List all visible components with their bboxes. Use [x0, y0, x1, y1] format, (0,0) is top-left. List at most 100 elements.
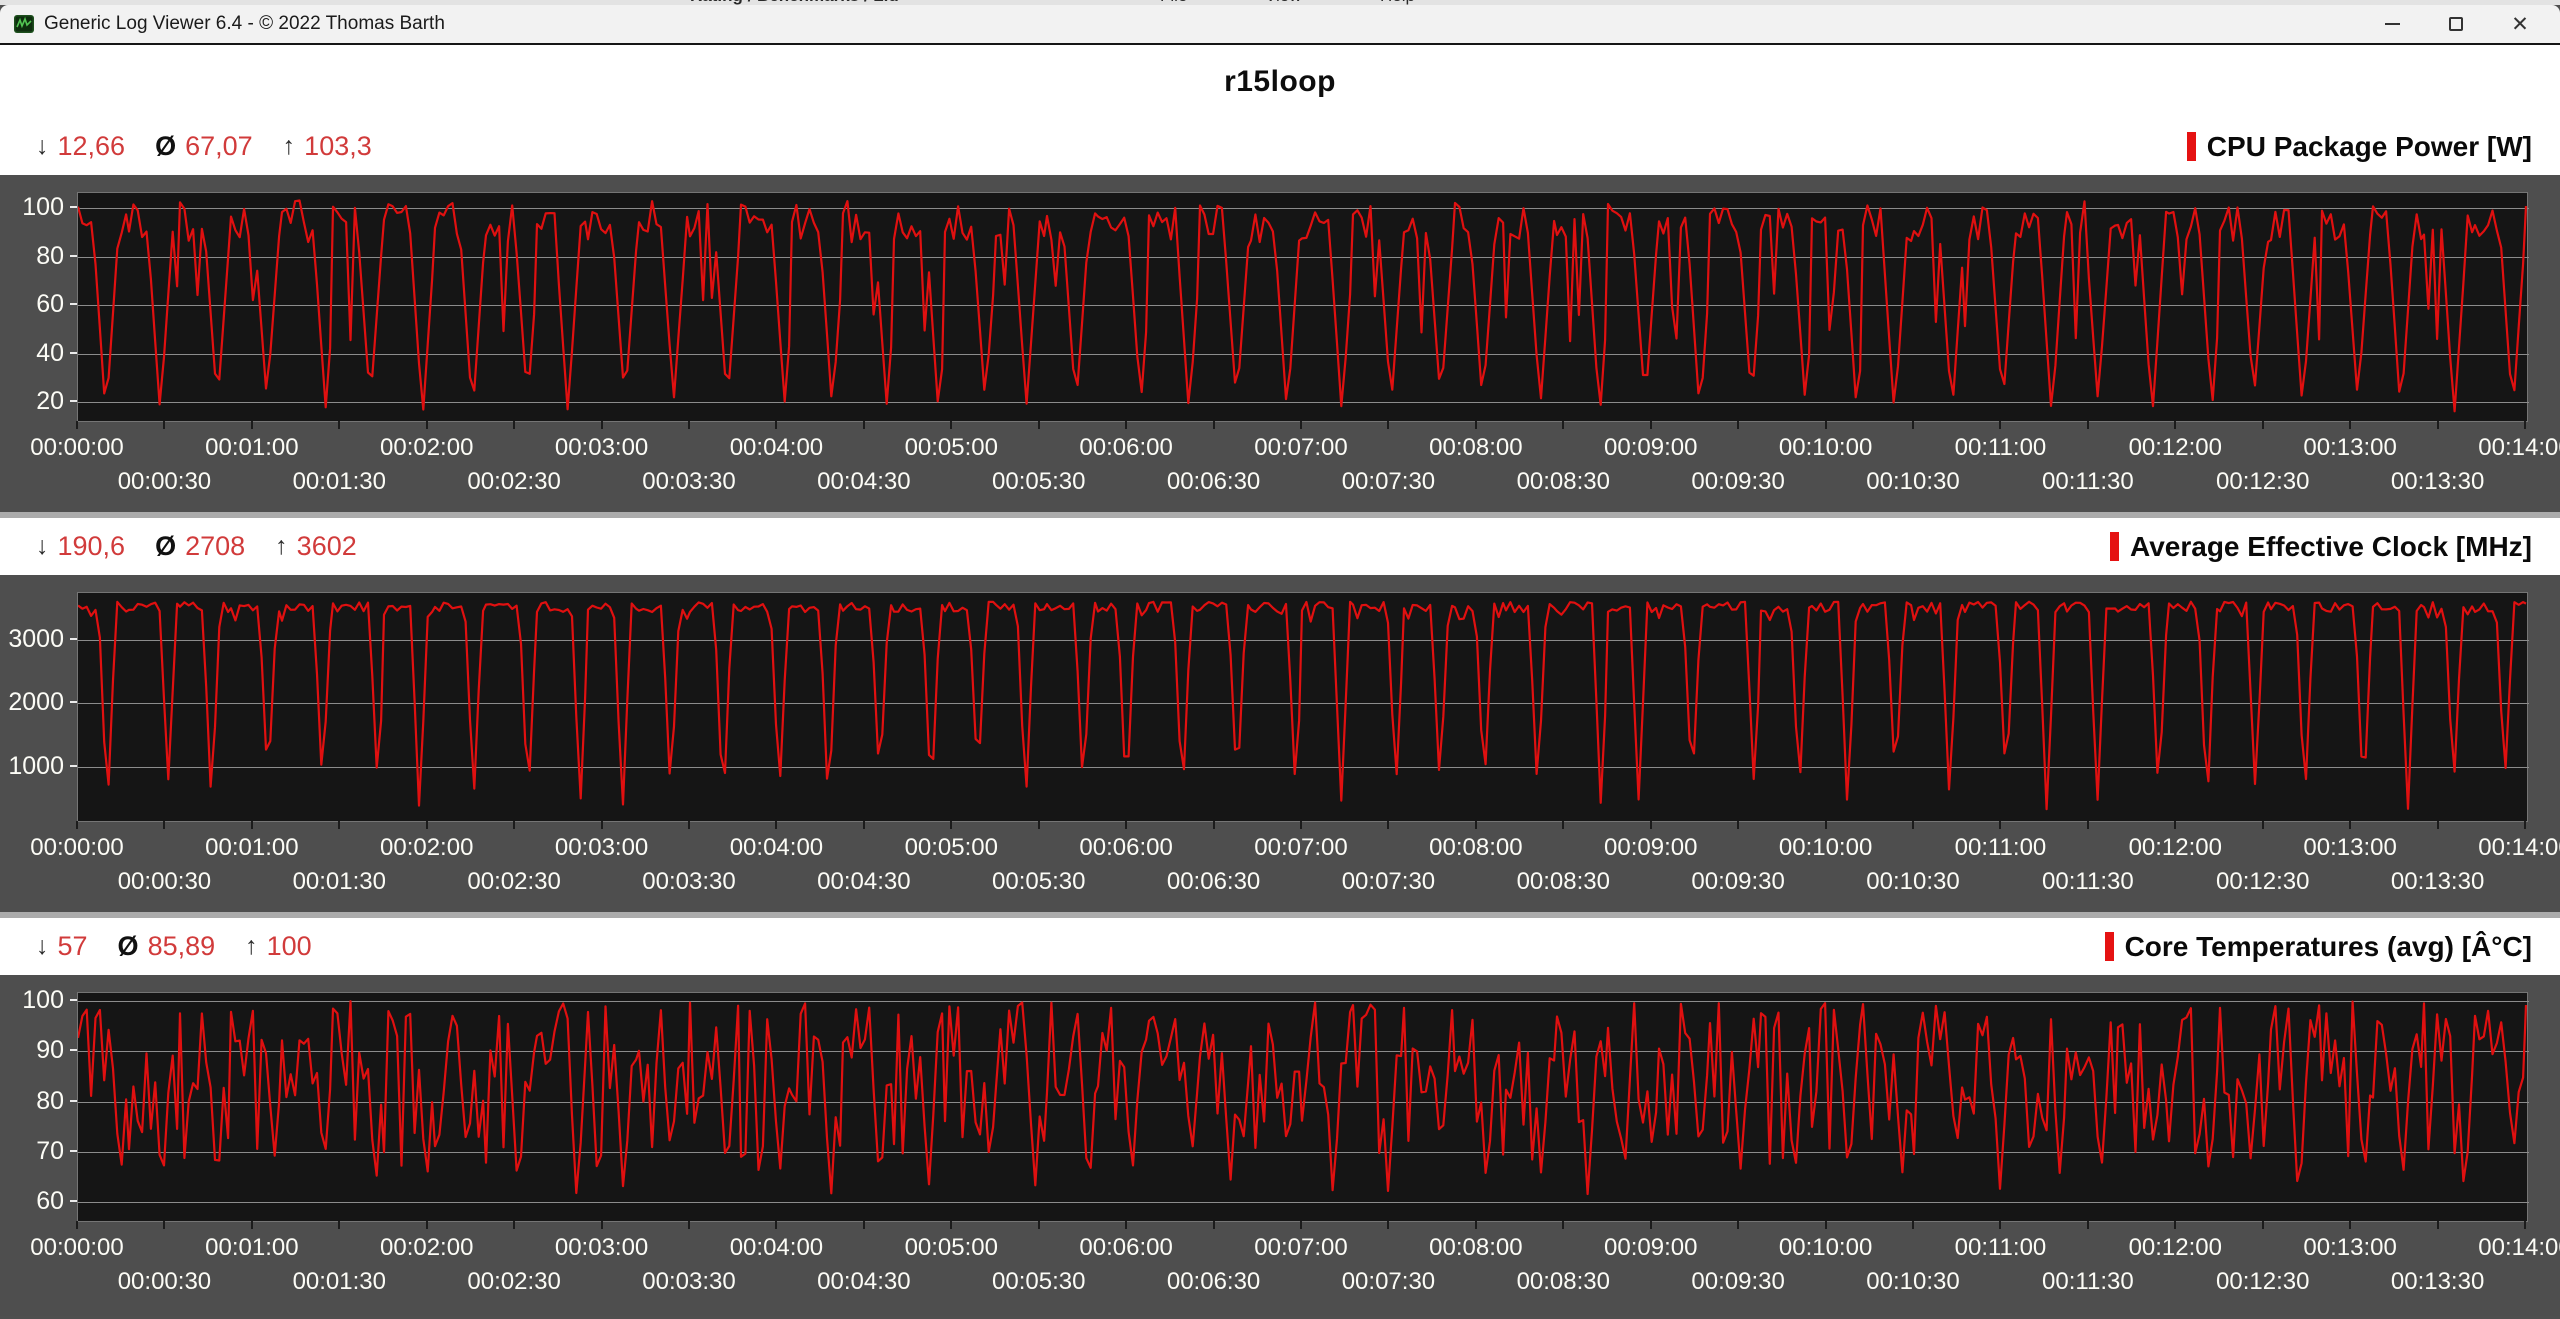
x-tick-label-row1: 00:03:00 — [555, 834, 648, 862]
x-tick-mark — [863, 421, 865, 429]
plot-area-cpu-power[interactable] — [77, 192, 2528, 422]
stat-max-value: 3602 — [297, 531, 357, 562]
min-arrow-icon: ↓ — [36, 932, 49, 961]
x-tick-label-row1: 00:10:00 — [1779, 434, 1872, 462]
x-tick-mark — [1475, 821, 1477, 829]
x-tick-label-row2: 00:03:30 — [642, 1268, 735, 1296]
series-title: Core Temperatures (avg) [Â°C] — [2125, 931, 2532, 963]
x-tick-label-row1: 00:10:00 — [1779, 834, 1872, 862]
x-tick-label-row2: 00:04:30 — [817, 1268, 910, 1296]
x-tick-mark — [2524, 1221, 2526, 1229]
x-tick-mark — [163, 821, 165, 829]
x-tick-label-row2: 00:10:30 — [1866, 868, 1959, 896]
close-button[interactable]: ✕ — [2488, 5, 2552, 43]
y-tick-label: 3000 — [0, 625, 64, 653]
x-tick-label-row2: 00:05:30 — [992, 868, 1085, 896]
x-tick-label-row2: 00:12:30 — [2216, 468, 2309, 496]
stat-min-value: 190,6 — [58, 531, 126, 562]
x-tick-label-row1: 00:12:00 — [2129, 834, 2222, 862]
titlebar[interactable]: Generic Log Viewer 6.4 - © 2022 Thomas B… — [0, 5, 2560, 43]
stats-band-effective-clock: ↓ 190,6 Ø 2708 ↑ 3602 Average Effective … — [0, 518, 2560, 575]
x-tick-label-row1: 00:02:00 — [380, 434, 473, 462]
x-tick-mark — [1825, 821, 1827, 829]
y-tick-label: 60 — [0, 1187, 64, 1215]
x-tick-label-row1: 00:12:00 — [2129, 434, 2222, 462]
x-tick-label-row2: 00:13:30 — [2391, 1268, 2484, 1296]
series-color-swatch — [2187, 132, 2196, 161]
x-tick-label-row2: 00:07:30 — [1342, 1268, 1435, 1296]
x-tick-label-row1: 00:03:00 — [555, 1234, 648, 1262]
x-tick-mark — [1038, 1221, 1040, 1229]
x-tick-label-row1: 00:03:00 — [555, 434, 648, 462]
y-tick-label: 100 — [0, 986, 64, 1014]
x-tick-label-row2: 00:05:30 — [992, 468, 1085, 496]
stat-avg-value: 2708 — [185, 531, 245, 562]
chart-svg — [78, 593, 2529, 823]
x-tick-label-row1: 00:13:00 — [2303, 834, 2396, 862]
x-tick-mark — [1650, 821, 1652, 829]
stat-avg-group: Ø 2708 — [155, 531, 245, 562]
x-tick-mark — [2262, 1221, 2264, 1229]
app-logo-icon — [14, 14, 34, 34]
chart-panel-effective-clock: 10002000300000:00:0000:01:0000:02:0000:0… — [0, 575, 2560, 918]
stat-min-group: ↓ 12,66 — [36, 131, 125, 162]
maximize-button[interactable] — [2424, 5, 2488, 43]
y-tick-mark — [70, 999, 77, 1001]
x-tick-label-row1: 00:02:00 — [380, 1234, 473, 1262]
y-tick-mark — [70, 1100, 77, 1102]
stat-min-group: ↓ 57 — [36, 931, 88, 962]
stat-avg-group: Ø 85,89 — [118, 931, 216, 962]
min-arrow-icon: ↓ — [36, 132, 49, 161]
x-tick-mark — [338, 421, 340, 429]
series-title: CPU Package Power [W] — [2207, 131, 2532, 163]
y-tick-mark — [70, 1150, 77, 1152]
x-tick-label-row2: 00:03:30 — [642, 468, 735, 496]
stat-max-group: ↑ 103,3 — [283, 131, 372, 162]
y-tick-label: 60 — [0, 290, 64, 318]
x-tick-label-row2: 00:13:30 — [2391, 868, 2484, 896]
minimize-button[interactable] — [2360, 5, 2424, 43]
x-tick-label-row2: 00:01:30 — [293, 868, 386, 896]
x-tick-mark — [1213, 1221, 1215, 1229]
x-tick-label-row1: 00:05:00 — [905, 834, 998, 862]
x-tick-label-row2: 00:03:30 — [642, 868, 735, 896]
x-tick-label-row2: 00:00:30 — [118, 468, 211, 496]
x-tick-mark — [1562, 421, 1564, 429]
x-tick-label-row2: 00:02:30 — [467, 1268, 560, 1296]
x-tick-label-row2: 00:04:30 — [817, 868, 910, 896]
x-tick-label-row1: 00:14:00 — [2478, 834, 2560, 862]
x-tick-mark — [1650, 1221, 1652, 1229]
x-tick-label-row2: 00:05:30 — [992, 1268, 1085, 1296]
y-tick-mark — [70, 638, 77, 640]
x-tick-label-row1: 00:06:00 — [1079, 434, 1172, 462]
x-tick-label-row2: 00:10:30 — [1866, 1268, 1959, 1296]
x-tick-label-row2: 00:08:30 — [1517, 468, 1610, 496]
plot-area-effective-clock[interactable] — [77, 592, 2528, 822]
plot-area-core-temps[interactable] — [77, 992, 2528, 1222]
x-tick-mark — [251, 421, 253, 429]
average-icon: Ø — [155, 531, 176, 562]
x-tick-mark — [2524, 821, 2526, 829]
x-tick-label-row2: 00:07:30 — [1342, 468, 1435, 496]
stats-effective-clock: ↓ 190,6 Ø 2708 ↑ 3602 — [36, 531, 357, 562]
x-tick-label-row2: 00:13:30 — [2391, 468, 2484, 496]
stats-band-cpu-power: ↓ 12,66 Ø 67,07 ↑ 103,3 CPU Package Powe… — [0, 118, 2560, 175]
x-tick-label-row1: 00:06:00 — [1079, 834, 1172, 862]
x-tick-mark — [1038, 821, 1040, 829]
x-tick-label-row2: 00:06:30 — [1167, 868, 1260, 896]
y-tick-label: 20 — [0, 387, 64, 415]
x-tick-label-row1: 00:04:00 — [730, 434, 823, 462]
max-arrow-icon: ↑ — [283, 132, 296, 161]
x-tick-mark — [163, 1221, 165, 1229]
x-tick-mark — [863, 1221, 865, 1229]
x-tick-mark — [2174, 1221, 2176, 1229]
x-tick-mark — [426, 1221, 428, 1229]
y-tick-label: 90 — [0, 1036, 64, 1064]
x-tick-mark — [688, 821, 690, 829]
x-tick-mark — [513, 421, 515, 429]
x-tick-label-row2: 00:12:30 — [2216, 1268, 2309, 1296]
y-tick-label: 40 — [0, 339, 64, 367]
x-tick-label-row1: 00:02:00 — [380, 834, 473, 862]
stat-max-group: ↑ 3602 — [275, 531, 357, 562]
x-tick-mark — [688, 1221, 690, 1229]
